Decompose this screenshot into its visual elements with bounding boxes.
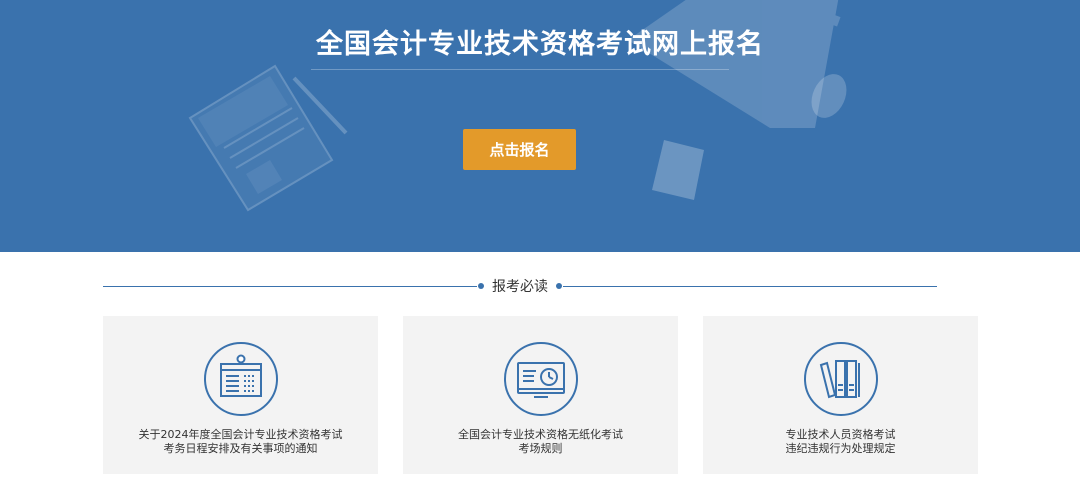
card-title: 关于2024年度全国会计专业技术资格考试 考务日程安排及有关事项的通知 [113, 428, 368, 456]
calculator-illustration-icon [652, 140, 704, 200]
title-divider [311, 69, 729, 70]
page-title: 全国会计专业技术资格考试网上报名 [316, 29, 764, 60]
document-illustration-icon [188, 64, 348, 212]
card-title: 专业技术人员资格考试 违纪违规行为处理规定 [713, 428, 968, 456]
card-title-line1: 全国会计专业技术资格无纸化考试 [458, 428, 623, 441]
card-title-line2: 考场规则 [518, 442, 563, 455]
section-divider-left [103, 286, 477, 287]
monitor-clock-icon [504, 342, 578, 416]
books-icon [804, 342, 878, 416]
card-title-line1: 专业技术人员资格考试 [785, 428, 896, 441]
card-title-line2: 考务日程安排及有关事项的通知 [163, 442, 318, 455]
card-title: 全国会计专业技术资格无纸化考试 考场规则 [413, 428, 668, 456]
section-divider-right [563, 286, 937, 287]
card-title-line1: 关于2024年度全国会计专业技术资格考试 [138, 428, 343, 441]
hero-banner: 全国会计专业技术资格考试网上报名 点击报名 [0, 0, 1080, 252]
card-title-line2: 违纪违规行为处理规定 [785, 442, 896, 455]
section-title: 报考必读 [492, 279, 548, 295]
section-dot-right [556, 283, 562, 289]
register-button[interactable]: 点击报名 [463, 129, 576, 170]
notice-card-exam-rules[interactable]: 全国会计专业技术资格无纸化考试 考场规则 [403, 316, 678, 474]
section-heading: 报考必读 [103, 276, 937, 298]
notice-card-schedule[interactable]: 关于2024年度全国会计专业技术资格考试 考务日程安排及有关事项的通知 [103, 316, 378, 474]
laptop-illustration-icon [628, 0, 841, 128]
calendar-notice-icon [204, 342, 278, 416]
notice-card-discipline[interactable]: 专业技术人员资格考试 违纪违规行为处理规定 [703, 316, 978, 474]
